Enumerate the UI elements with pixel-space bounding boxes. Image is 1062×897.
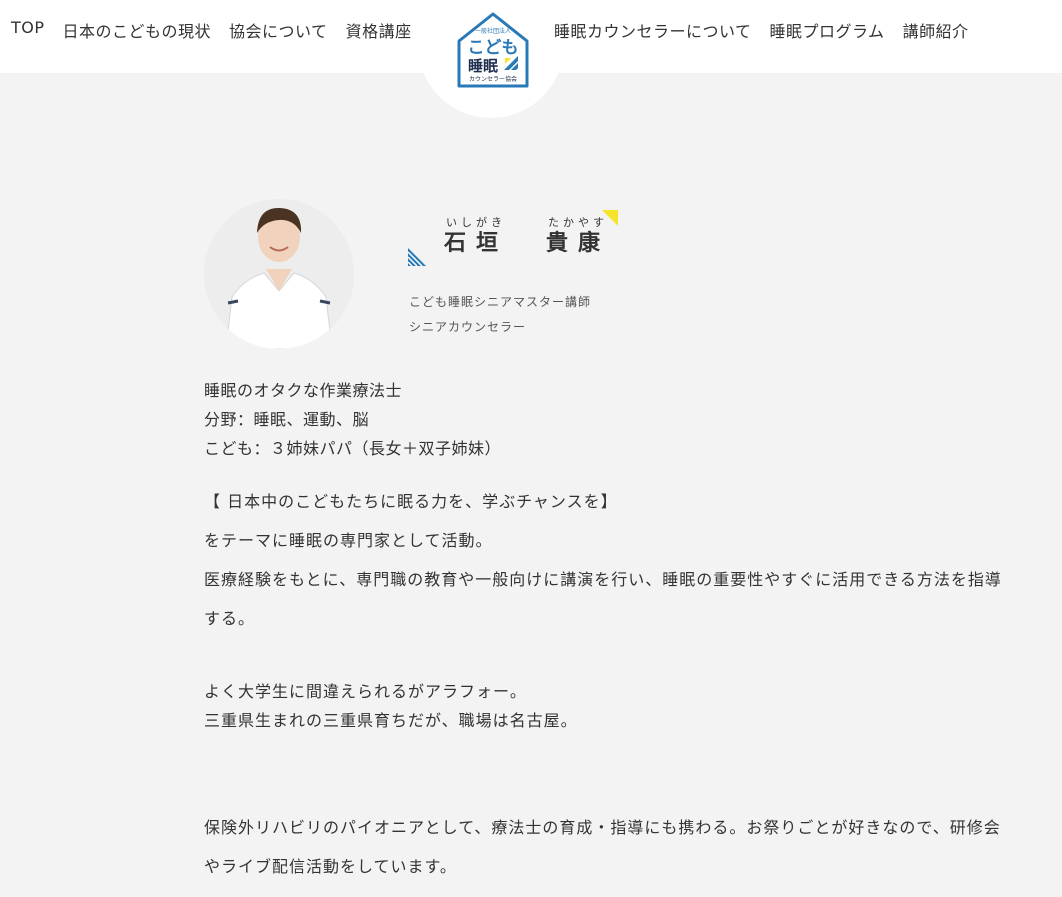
family-name: いしがき 石垣 [444, 216, 508, 256]
bio-p1-line-1: 【 日本中のこどもたちに眠る力を、学ぶチャンスを】 [204, 492, 618, 511]
logo-top-text: 一般社団法人 [475, 27, 511, 35]
bio-paragraph-2: よく大学生に間違えられるがアラフォー。 三重県生まれの三重県育ちだが、職場は名古… [204, 677, 1014, 735]
blue-stripe-triangle-icon [408, 248, 426, 266]
bio-paragraph-1: 【 日本中のこどもたちに眠る力を、学ぶチャンスを】 をテーマに睡眠の専門家として… [204, 482, 1014, 638]
nav-about-association-link[interactable]: 協会について [229, 18, 328, 42]
site-logo[interactable]: 一般社団法人 こども 睡眠 カウンセラー協会 [455, 11, 531, 89]
nav-children-status-link[interactable]: 日本のこどもの現状 [63, 18, 212, 42]
given-name: たかやす 貴康 [546, 216, 610, 256]
family-name-furigana: いしがき [446, 216, 506, 229]
instructor-name-block: いしがき 石垣 たかやす 貴康 [408, 210, 628, 270]
nav-about-counselor-link[interactable]: 睡眠カウンセラーについて [554, 18, 752, 42]
logo-line1: こども [468, 38, 519, 58]
summary-line-3: こども：３姉妹パパ（長女＋双子姉妹） [204, 439, 502, 458]
given-name-kanji: 貴康 [546, 230, 611, 256]
nav-sleep-program-link[interactable]: 睡眠プログラム [770, 18, 885, 42]
bio-p1-line-3: 医療経験をもとに、専門職の教育や一般向けに講演を行い、睡眠の重要性やすぐに活用で… [204, 570, 1002, 628]
bio-p2-line-2: 三重県生まれの三重県育ちだが、職場は名古屋。 [204, 711, 578, 730]
instructor-title-1: こども睡眠シニアマスター講師 [409, 295, 592, 309]
person-photo-icon [204, 199, 354, 349]
summary-line-2: 分野：睡眠、運動、脳 [204, 410, 370, 429]
given-name-furigana: たかやす [548, 216, 609, 229]
logo-line3: カウンセラー協会 [469, 75, 517, 83]
bio-paragraph-3: 保険外リハビリのパイオニアとして、療法士の育成・指導にも携わる。お祭りごとが好き… [204, 818, 1001, 876]
logo-line2: 睡眠 [468, 57, 498, 75]
logo-house-icon: 一般社団法人 こども 睡眠 カウンセラー協会 [457, 12, 529, 88]
summary-line-1: 睡眠のオタクな作業療法士 [204, 381, 403, 400]
instructor-titles: こども睡眠シニアマスター講師 シニアカウンセラー [409, 290, 591, 340]
instructor-photo [204, 199, 354, 349]
nav-right: 睡眠カウンセラーについて 睡眠プログラム 講師紹介 [554, 18, 969, 42]
nav-top-link[interactable]: TOP [11, 18, 45, 42]
nav-instructors-link[interactable]: 講師紹介 [903, 18, 969, 42]
instructor-summary: 睡眠のオタクな作業療法士 分野：睡眠、運動、脳 こども：３姉妹パパ（長女＋双子姉… [204, 376, 501, 463]
bio-p2-line-1: よく大学生に間違えられるがアラフォー。 [204, 682, 527, 701]
nav-certification-course-link[interactable]: 資格講座 [346, 18, 412, 42]
family-name-kanji: 石垣 [444, 230, 509, 256]
nav-left: TOP 日本のこどもの現状 協会について 資格講座 [11, 18, 412, 42]
instructor-name: いしがき 石垣 たかやす 貴康 [444, 216, 610, 256]
bio-p1-line-2: をテーマに睡眠の専門家として活動。 [204, 531, 493, 550]
instructor-title-2: シニアカウンセラー [409, 320, 527, 334]
